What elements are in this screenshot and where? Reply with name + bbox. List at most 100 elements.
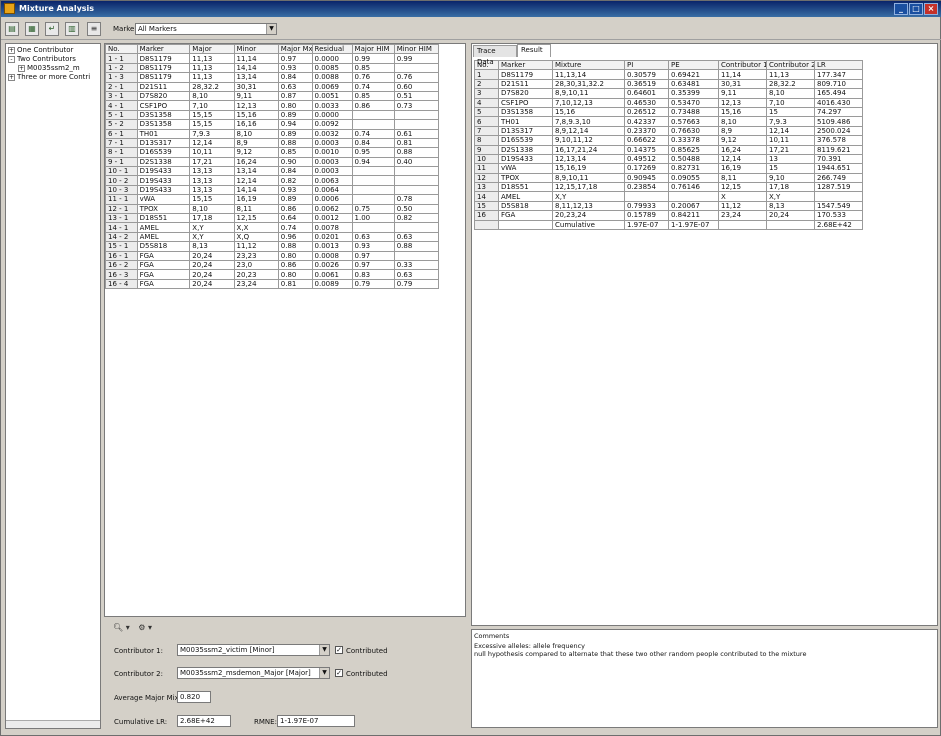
- table-cell: 10,11: [766, 135, 815, 146]
- mixture-row[interactable]: 12 - 1 TPOX 8,10 8,11 0.86 0.0062 0.75 0.50: [105, 203, 440, 215]
- collapse-icon[interactable]: -: [8, 55, 15, 63]
- mixture-row[interactable]: 5 - 2 D3S1358 15,15 16,16 0.94 0.0092: [105, 119, 440, 130]
- result-row[interactable]: 11 vWA 15,16,19 0.17269 0.82731 16,19 15 1944.6…: [474, 163, 863, 174]
- column-header[interactable]: Mixture: [552, 59, 625, 71]
- tab-result[interactable]: Result: [517, 44, 551, 57]
- mixture-row[interactable]: 9 - 1 D2S1338 17,21 16,24 0.90 0.0003 0.94 0.40: [105, 156, 440, 168]
- mixture-row[interactable]: 10 - 3 D19S433 13,13 14,14 0.93 0.0064: [105, 184, 440, 196]
- result-row[interactable]: 15 D5S818 8,11,12,13 0.79933 0.20067 11,12 8,1…: [474, 200, 863, 212]
- column-header[interactable]: Contributor 1: [718, 59, 767, 71]
- mixture-row[interactable]: 14 - 2 AMEL X,Y X,Q 0.96 0.0201 0.63 0.63: [105, 231, 440, 243]
- column-header[interactable]: Minor: [233, 43, 279, 55]
- tree-item-three-or-more[interactable]: + Three or more Contri: [8, 73, 90, 82]
- result-row[interactable]: 3 D7S820 8,9,10,11 0.64601 0.35399 9,11 8,10 16…: [474, 88, 863, 99]
- mixture-row[interactable]: 6 - 1 TH01 7,9.3 8,10 0.89 0.0032 0.74 0.61: [105, 128, 440, 139]
- mixture-row[interactable]: 16 - 1 FGA 20,24 23,23 0.80 0.0008 0.97: [105, 250, 440, 262]
- tab-trace-data[interactable]: Trace Data: [473, 45, 517, 66]
- result-row[interactable]: 7 D13S317 8,9,12,14 0.23370 0.76630 8,9 12,14 2…: [474, 125, 863, 137]
- result-row[interactable]: 9 D2S1338 16,17,21,24 0.14375 0.85625 16,24 17…: [474, 144, 863, 155]
- table-cell: 0.0003: [311, 156, 353, 168]
- column-header[interactable]: Minor HIM: [393, 43, 440, 55]
- tree-item-two-contributors[interactable]: - Two Contributors: [8, 55, 76, 64]
- result-row[interactable]: 10 D19S433 12,13,14 0.49512 0.50488 12,14 13 70…: [474, 153, 863, 165]
- tree-item-one-contributor[interactable]: + One Contributor: [8, 46, 73, 55]
- contributor-1-checkbox[interactable]: ✓: [335, 646, 343, 654]
- mixture-row[interactable]: 16 - 2 FGA 20,24 23,0 0.86 0.0026 0.97 0.33: [105, 259, 440, 271]
- column-header[interactable]: Contributor 2: [766, 59, 815, 71]
- close-button[interactable]: ×: [924, 3, 938, 15]
- table-cell: 0.80: [277, 250, 313, 262]
- import-icon[interactable]: ↵: [45, 22, 59, 36]
- table-cell: 5 - 1: [105, 109, 138, 121]
- mixture-row[interactable]: 8 - 1 D16S539 10,11 9,12 0.85 0.0010 0.95 0.88: [105, 147, 440, 158]
- mixture-row[interactable]: 10 - 1 D19S433 13,13 13,14 0.84 0.0003: [105, 166, 440, 177]
- save-icon[interactable]: ▦: [25, 22, 39, 36]
- contributor-1-select[interactable]: M0035ssm2_victim [Minor] ▼: [177, 644, 330, 656]
- result-row[interactable]: Cumulative 1.97E-07 1-1.97E-07 2.68E+42: [474, 219, 863, 231]
- column-header[interactable]: Residual: [311, 43, 353, 55]
- mixture-row[interactable]: 13 - 1 D18S51 17,18 12,15 0.64 0.0012 1.00 0.82: [105, 213, 440, 224]
- table-cell: 0.96: [277, 231, 313, 243]
- minimize-button[interactable]: _: [894, 3, 908, 15]
- tree-item-mixture[interactable]: + M0035ssm2_m: [18, 64, 80, 73]
- column-header[interactable]: Major HIM: [351, 43, 395, 55]
- mixture-row[interactable]: 5 - 1 D3S1358 15,15 15,16 0.89 0.0000: [105, 109, 440, 121]
- cumulative-lr-field[interactable]: 2.68E+42: [177, 715, 231, 727]
- expand-icon[interactable]: +: [18, 64, 25, 72]
- table-cell: 0.90945: [624, 172, 669, 184]
- expand-icon[interactable]: +: [8, 73, 15, 81]
- column-header[interactable]: PI: [624, 59, 669, 71]
- result-row[interactable]: 6 TH01 7,8,9.3,10 0.42337 0.57663 8,10 7,9.3 51…: [474, 116, 863, 127]
- marker-select[interactable]: All Markers ▼: [135, 23, 277, 35]
- mixture-row[interactable]: 4 - 1 CSF1PO 7,10 12,13 0.80 0.0033 0.86 0.73: [105, 100, 440, 111]
- mixture-row[interactable]: 1 - 3 D8S1179 11,13 13,14 0.84 0.0088 0.76 0.76: [105, 72, 440, 83]
- result-row[interactable]: 13 D18S51 12,15,17,18 0.23854 0.76146 12,15 17…: [474, 182, 863, 193]
- mixture-row[interactable]: 1 - 1 D8S1179 11,13 11,14 0.97 0.0000 0.99 0.99: [105, 53, 440, 64]
- maximize-button[interactable]: □: [909, 3, 923, 15]
- contributor-2-checkbox[interactable]: ✓: [335, 669, 343, 677]
- column-header[interactable]: Major Mx: [277, 43, 313, 55]
- mixture-row[interactable]: 10 - 2 D19S433 13,13 12,14 0.82 0.0063: [105, 175, 440, 186]
- mixture-row[interactable]: 7 - 1 D13S317 12,14 8,9 0.88 0.0003 0.84 0.81: [105, 137, 440, 149]
- result-row[interactable]: 16 FGA 20,23,24 0.15789 0.84211 23,24 20,24 170…: [474, 210, 863, 221]
- contributor-panel: Contributor 1: M0035ssm2_victim [Minor] …: [104, 619, 466, 731]
- result-row[interactable]: 2 D21S11 28,30,31,32.2 0.36519 0.63481 30,31 2…: [474, 78, 863, 90]
- mixture-row[interactable]: 16 - 4 FGA 20,24 23,24 0.81 0.0089 0.79 0.79: [105, 278, 440, 290]
- table-cell: 0.94: [351, 156, 395, 168]
- mixture-row[interactable]: 11 - 1 vWA 15,15 16,19 0.89 0.0006 0.78: [105, 194, 440, 205]
- mixture-row[interactable]: 15 - 1 D5S818 8,13 11,12 0.88 0.0013 0.93 0.88: [105, 241, 440, 252]
- open-icon[interactable]: ▤: [5, 22, 19, 36]
- expand-icon[interactable]: +: [8, 46, 15, 54]
- mixture-row[interactable]: 3 - 1 D7S820 8,10 9,11 0.87 0.0051 0.85 0.51: [105, 90, 440, 102]
- contributor-2-select[interactable]: M0035ssm2_msdemon_Major [Major] ▼: [177, 667, 330, 679]
- column-header[interactable]: Marker: [136, 43, 191, 55]
- column-header[interactable]: Marker: [498, 59, 553, 71]
- result-row[interactable]: 12 TPOX 8,9,10,11 0.90945 0.09055 8,11 9,10 266…: [474, 172, 863, 184]
- horizontal-scrollbar[interactable]: [6, 720, 100, 728]
- column-header[interactable]: No.: [105, 43, 138, 55]
- mixture-row[interactable]: 1 - 2 D8S1179 11,13 14,14 0.93 0.0085 0.85: [105, 62, 440, 74]
- table-cell: 0.74: [351, 81, 395, 92]
- table-cell: CSF1PO: [136, 100, 191, 111]
- result-row[interactable]: 4 CSF1PO 7,10,12,13 0.46530 0.53470 12,13 7,10…: [474, 97, 863, 108]
- mixture-row[interactable]: 2 - 1 D21S11 28,32.2 30,31 0.63 0.0069 0.74 0.6…: [105, 81, 440, 92]
- table-cell: X,Y: [189, 222, 235, 233]
- list-icon[interactable]: ≡: [87, 22, 101, 36]
- column-header[interactable]: PE: [668, 59, 719, 71]
- column-header[interactable]: LR: [814, 59, 863, 71]
- export-icon[interactable]: ▥: [65, 22, 79, 36]
- result-row[interactable]: 5 D3S1358 15,16 0.26512 0.73488 15,16 15 74.297: [474, 106, 863, 118]
- result-row[interactable]: 8 D16S539 9,10,11,12 0.66622 0.33378 9,12 10,1…: [474, 135, 863, 146]
- column-header[interactable]: Major: [189, 43, 235, 55]
- table-cell: D13S317: [136, 137, 191, 149]
- result-row[interactable]: 1 D8S1179 11,13,14 0.30579 0.69421 11,14 11,13…: [474, 69, 863, 80]
- mixture-row[interactable]: 16 - 3 FGA 20,24 20,23 0.80 0.0061 0.83 0.63: [105, 269, 440, 280]
- table-cell: 11,13: [766, 69, 815, 80]
- result-row[interactable]: 14 AMEL X,Y X X,Y: [474, 191, 863, 202]
- table-cell: 20,24: [189, 250, 235, 262]
- table-cell: 4016.430: [814, 97, 863, 108]
- mixture-row[interactable]: 14 - 1 AMEL X,Y X,X 0.74 0.0078: [105, 222, 440, 233]
- rmne-field[interactable]: 1-1.97E-07: [277, 715, 355, 727]
- average-major-mix-field[interactable]: 0.820: [177, 691, 211, 703]
- table-cell: 8,10: [233, 128, 279, 139]
